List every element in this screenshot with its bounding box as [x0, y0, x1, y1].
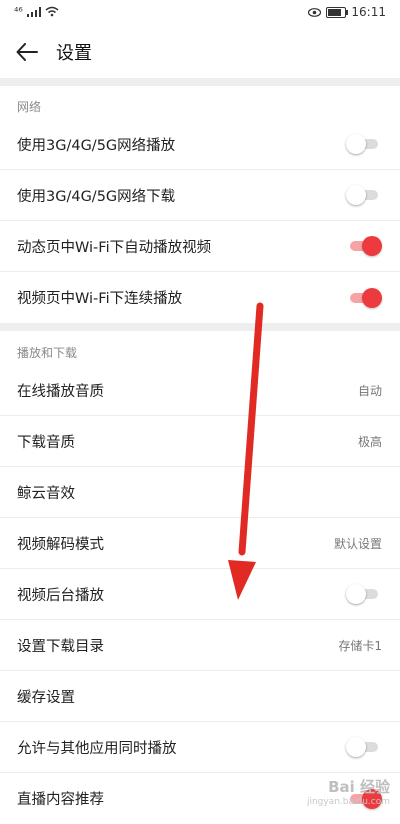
setting-label: 直播内容推荐 — [17, 792, 104, 808]
setting-row-sound-effect[interactable]: 鲸云音效 — [0, 467, 400, 518]
setting-row-wifi-autoplay[interactable]: 动态页中Wi-Fi下自动播放视频 — [0, 221, 400, 272]
setting-label: 在线播放音质 — [17, 383, 104, 400]
setting-row-3g-download[interactable]: 使用3G/4G/5G网络下载 — [0, 170, 400, 221]
setting-value: 存储卡1 — [338, 638, 382, 653]
status-bar: ⁴⁶ 16:11 — [0, 0, 400, 26]
setting-row-download-quality[interactable]: 下载音质 极高 — [0, 416, 400, 467]
setting-value: 自动 — [357, 383, 382, 398]
setting-label: 使用3G/4G/5G网络下载 — [17, 188, 176, 205]
wifi-icon — [45, 6, 59, 17]
setting-row-online-quality[interactable]: 在线播放音质 自动 — [0, 365, 400, 416]
setting-row-cache[interactable]: 缓存设置 — [0, 671, 400, 722]
signal-icon — [26, 6, 41, 17]
section-divider — [0, 78, 400, 86]
setting-value: 默认设置 — [333, 536, 382, 551]
toggle-switch[interactable] — [346, 287, 382, 309]
toggle-switch[interactable] — [346, 736, 382, 758]
setting-label: 鲸云音效 — [17, 485, 75, 502]
page-title: 设置 — [56, 43, 92, 64]
signal-label: ⁴⁶ — [14, 5, 23, 18]
setting-label: 视频页中Wi-Fi下连续播放 — [17, 291, 183, 307]
setting-row-mix-with-others[interactable]: 允许与其他应用同时播放 — [0, 722, 400, 773]
setting-label: 缓存设置 — [17, 689, 75, 706]
setting-label: 设置下载目录 — [17, 638, 104, 655]
setting-label: 使用3G/4G/5G网络播放 — [17, 137, 176, 154]
watermark-logo: Bai 经验 jingyan.baidu.com — [307, 780, 390, 810]
section-title-playback: 播放和下载 — [17, 346, 78, 360]
back-button[interactable] — [14, 39, 40, 65]
setting-value: 极高 — [357, 434, 382, 449]
eye-icon — [308, 7, 322, 17]
status-time: 16:11 — [351, 5, 386, 19]
setting-row-download-dir[interactable]: 设置下载目录 存储卡1 — [0, 620, 400, 671]
setting-label: 下载音质 — [17, 434, 75, 451]
setting-row-wifi-continuous[interactable]: 视频页中Wi-Fi下连续播放 — [0, 272, 400, 323]
setting-label: 允许与其他应用同时播放 — [17, 740, 177, 757]
setting-row-decode-mode[interactable]: 视频解码模式 默认设置 — [0, 518, 400, 569]
setting-label: 动态页中Wi-Fi下自动播放视频 — [17, 239, 212, 256]
back-arrow-icon — [16, 43, 38, 61]
toggle-switch[interactable] — [346, 583, 382, 605]
watermark-url: jingyan.baidu.com — [306, 797, 390, 807]
app-header: 设置 — [0, 26, 400, 78]
toggle-switch[interactable] — [346, 133, 382, 155]
toggle-switch[interactable] — [346, 184, 382, 206]
setting-label: 视频后台播放 — [17, 587, 104, 604]
watermark-brand: Bai 经验 — [328, 778, 390, 796]
setting-row-3g-play[interactable]: 使用3G/4G/5G网络播放 — [0, 119, 400, 170]
toggle-switch[interactable] — [346, 235, 382, 257]
setting-label: 视频解码模式 — [17, 536, 104, 553]
setting-row-background-play[interactable]: 视频后台播放 — [0, 569, 400, 620]
battery-icon — [326, 6, 349, 18]
section-title-network: 网络 — [17, 100, 42, 114]
section-divider — [0, 323, 400, 331]
